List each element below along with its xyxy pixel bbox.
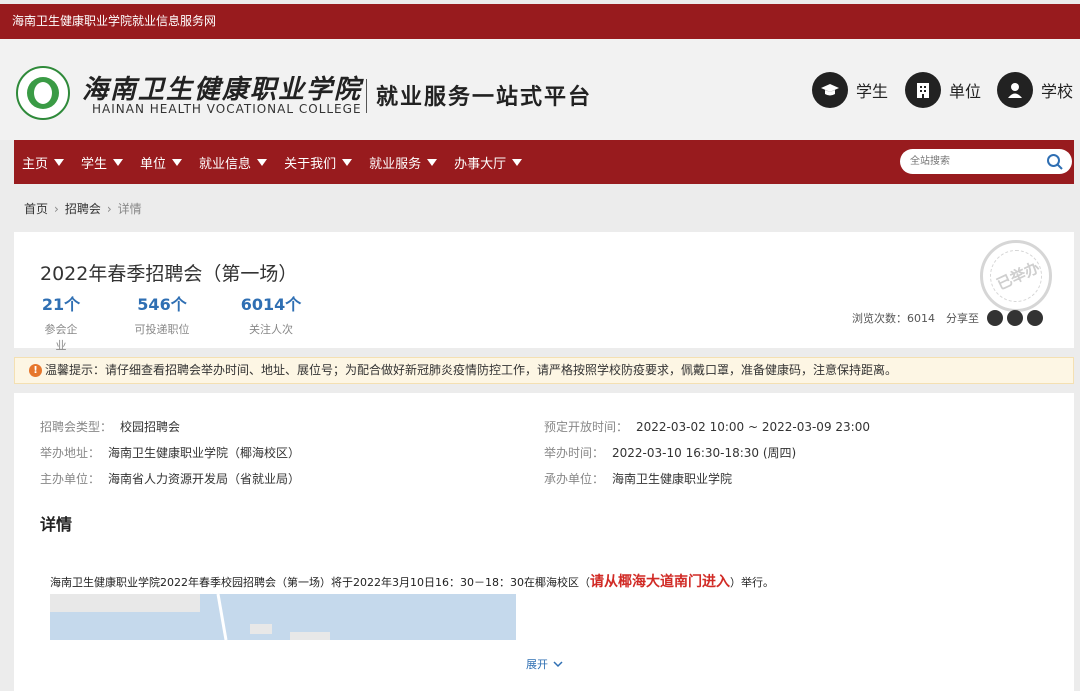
caret-down-icon xyxy=(257,158,268,166)
college-name-cn[interactable]: 海南卫生健康职业学院 xyxy=(82,69,362,106)
notice-text: 温馨提示：请仔细查看招聘会举办时间、地址、展位号；为配合做好新冠肺炎疫情防控工作… xyxy=(45,363,898,377)
graduation-cap-icon xyxy=(812,72,848,108)
nav-student-label: 学生 xyxy=(81,156,108,172)
caret-down-icon xyxy=(172,158,183,166)
building-icon xyxy=(905,72,941,108)
nav-services[interactable]: 就业服务 xyxy=(369,153,438,172)
info-address-key: 举办地址： xyxy=(40,446,101,460)
detail-heading: 详情 xyxy=(40,515,73,534)
search-input[interactable] xyxy=(910,152,1040,171)
share-label: 分享至 xyxy=(946,312,979,325)
nav-hall-label: 办事大厅 xyxy=(454,156,507,172)
site-topbar: 海南卫生健康职业学院就业信息服务网 xyxy=(0,4,1080,39)
weibo-icon[interactable] xyxy=(1027,310,1043,326)
caret-down-icon xyxy=(54,158,65,166)
role-company-label: 单位 xyxy=(949,82,982,101)
college-logo-icon[interactable] xyxy=(16,66,70,120)
platform-slogan: 就业服务一站式平台 xyxy=(376,84,593,110)
fair-summary-card: 2022年春季招聘会（第一场） 21个 参会企业 546个 可投递职位 6014… xyxy=(14,232,1074,352)
stat-followers-label: 关注人次 xyxy=(249,323,293,336)
main-nav: 主页 学生 单位 就业信息 关于我们 就业服务 办事大厅 xyxy=(14,140,1074,184)
nav-jobs-label: 就业信息 xyxy=(199,156,252,172)
campus-map-image xyxy=(50,594,516,640)
nav-student[interactable]: 学生 xyxy=(81,153,124,172)
info-type-key: 招聘会类型： xyxy=(40,420,113,434)
info-type-value: 校园招聘会 xyxy=(120,420,181,434)
breadcrumb: 首页 › 招聘会 › 详情 xyxy=(24,200,142,217)
logo-divider xyxy=(366,79,367,113)
stat-positions-value: 546个 xyxy=(137,295,187,314)
info-open-value: 2022-03-02 10:00 ~ 2022-03-09 23:00 xyxy=(636,420,870,434)
fair-detail-card: 招聘会类型： 校园招聘会 举办地址： 海南卫生健康职业学院（椰海校区） 主办单位： 海… xyxy=(14,393,1074,691)
caret-down-icon xyxy=(427,158,438,166)
info-open-time: 预定开放时间： 2022-03-02 10:00 ~ 2022-03-09 23:… xyxy=(544,418,870,435)
site-header: 海南卫生健康职业学院 HAINAN HEALTH VOCATIONAL COLL… xyxy=(0,39,1080,140)
detail-text: 海南卫生健康职业学院2022年春季校园招聘会（第一场）将于2022年3月10日1… xyxy=(50,571,774,591)
stat-companies: 21个 参会企业 xyxy=(40,291,82,353)
caret-down-icon xyxy=(342,158,353,166)
info-host: 主办单位： 海南省人力资源开发局（省就业局） xyxy=(40,470,300,487)
stat-followers: 6014个 关注人次 xyxy=(240,291,302,337)
breadcrumb-section[interactable]: 招聘会 xyxy=(65,200,101,217)
info-address-value: 海南卫生健康职业学院（椰海校区） xyxy=(108,446,301,460)
view-count: 浏览次数：6014 xyxy=(852,312,935,325)
nav-about-label: 关于我们 xyxy=(284,156,337,172)
nav-services-label: 就业服务 xyxy=(369,156,422,172)
expand-label: 展开 xyxy=(526,658,548,671)
nav-jobs[interactable]: 就业信息 xyxy=(199,153,268,172)
site-title: 海南卫生健康职业学院就业信息服务网 xyxy=(12,14,217,28)
chevron-right-icon: › xyxy=(106,201,112,216)
role-company-link[interactable]: 单位 xyxy=(905,72,981,108)
info-host-value: 海南省人力资源开发局（省就业局） xyxy=(108,472,301,486)
fair-title: 2022年春季招聘会（第一场） xyxy=(40,263,298,285)
nav-company[interactable]: 单位 xyxy=(140,153,183,172)
chevron-down-icon xyxy=(553,661,563,668)
stat-companies-value: 21个 xyxy=(41,295,81,314)
search-icon[interactable] xyxy=(1046,153,1064,175)
info-time-value: 2022-03-10 16:30-18:30 (周四) xyxy=(612,446,797,460)
detail-text-end: ）举行。 xyxy=(729,576,774,589)
nav-about[interactable]: 关于我们 xyxy=(284,153,353,172)
detail-text-main: 海南卫生健康职业学院2022年春季校园招聘会（第一场）将于2022年3月10日1… xyxy=(50,576,590,589)
site-search xyxy=(900,149,1072,174)
caret-down-icon xyxy=(512,158,523,166)
stat-followers-value: 6014个 xyxy=(240,295,302,314)
breadcrumb-home[interactable]: 首页 xyxy=(24,200,48,217)
warning-icon: ! xyxy=(29,364,42,377)
chevron-right-icon: › xyxy=(54,201,59,216)
stat-companies-label: 参会企业 xyxy=(44,323,78,352)
stat-positions: 546个 可投递职位 xyxy=(134,291,190,337)
info-org-value: 海南卫生健康职业学院 xyxy=(612,472,733,486)
notice-bar: ! 温馨提示：请仔细查看招聘会举办时间、地址、展位号；为配合做好新冠肺炎疫情防控… xyxy=(14,357,1074,384)
expand-button[interactable]: 展开 xyxy=(526,656,564,672)
info-host-key: 主办单位： xyxy=(40,472,101,486)
caret-down-icon xyxy=(113,158,124,166)
college-name-en: HAINAN HEALTH VOCATIONAL COLLEGE xyxy=(92,102,362,116)
breadcrumb-current: 详情 xyxy=(117,202,142,216)
stat-positions-label: 可投递职位 xyxy=(134,323,190,336)
info-hold-time: 举办时间： 2022-03-10 16:30-18:30 (周四) xyxy=(544,444,796,461)
role-school-label: 学校 xyxy=(1041,82,1074,101)
info-address: 举办地址： 海南卫生健康职业学院（椰海校区） xyxy=(40,444,300,461)
share-bar: 分享至 xyxy=(946,310,1043,326)
info-open-key: 预定开放时间： xyxy=(544,420,629,434)
info-organizer: 承办单位： 海南卫生健康职业学院 xyxy=(544,470,732,487)
wechat-icon[interactable] xyxy=(987,310,1003,326)
role-student-link[interactable]: 学生 xyxy=(812,72,888,108)
teacher-icon xyxy=(997,72,1033,108)
nav-company-label: 单位 xyxy=(140,156,167,172)
nav-hall[interactable]: 办事大厅 xyxy=(454,153,523,172)
held-stamp: 已举办 xyxy=(980,240,1052,312)
info-time-key: 举办时间： xyxy=(544,446,605,460)
role-school-link[interactable]: 学校 xyxy=(997,72,1073,108)
nav-home[interactable]: 主页 xyxy=(22,153,65,172)
role-student-label: 学生 xyxy=(856,82,889,101)
detail-highlight: 请从椰海大道南门进入 xyxy=(589,574,730,590)
info-type: 招聘会类型： 校园招聘会 xyxy=(40,418,180,435)
qq-icon[interactable] xyxy=(1007,310,1023,326)
nav-home-label: 主页 xyxy=(22,156,49,172)
info-org-key: 承办单位： xyxy=(544,472,605,486)
